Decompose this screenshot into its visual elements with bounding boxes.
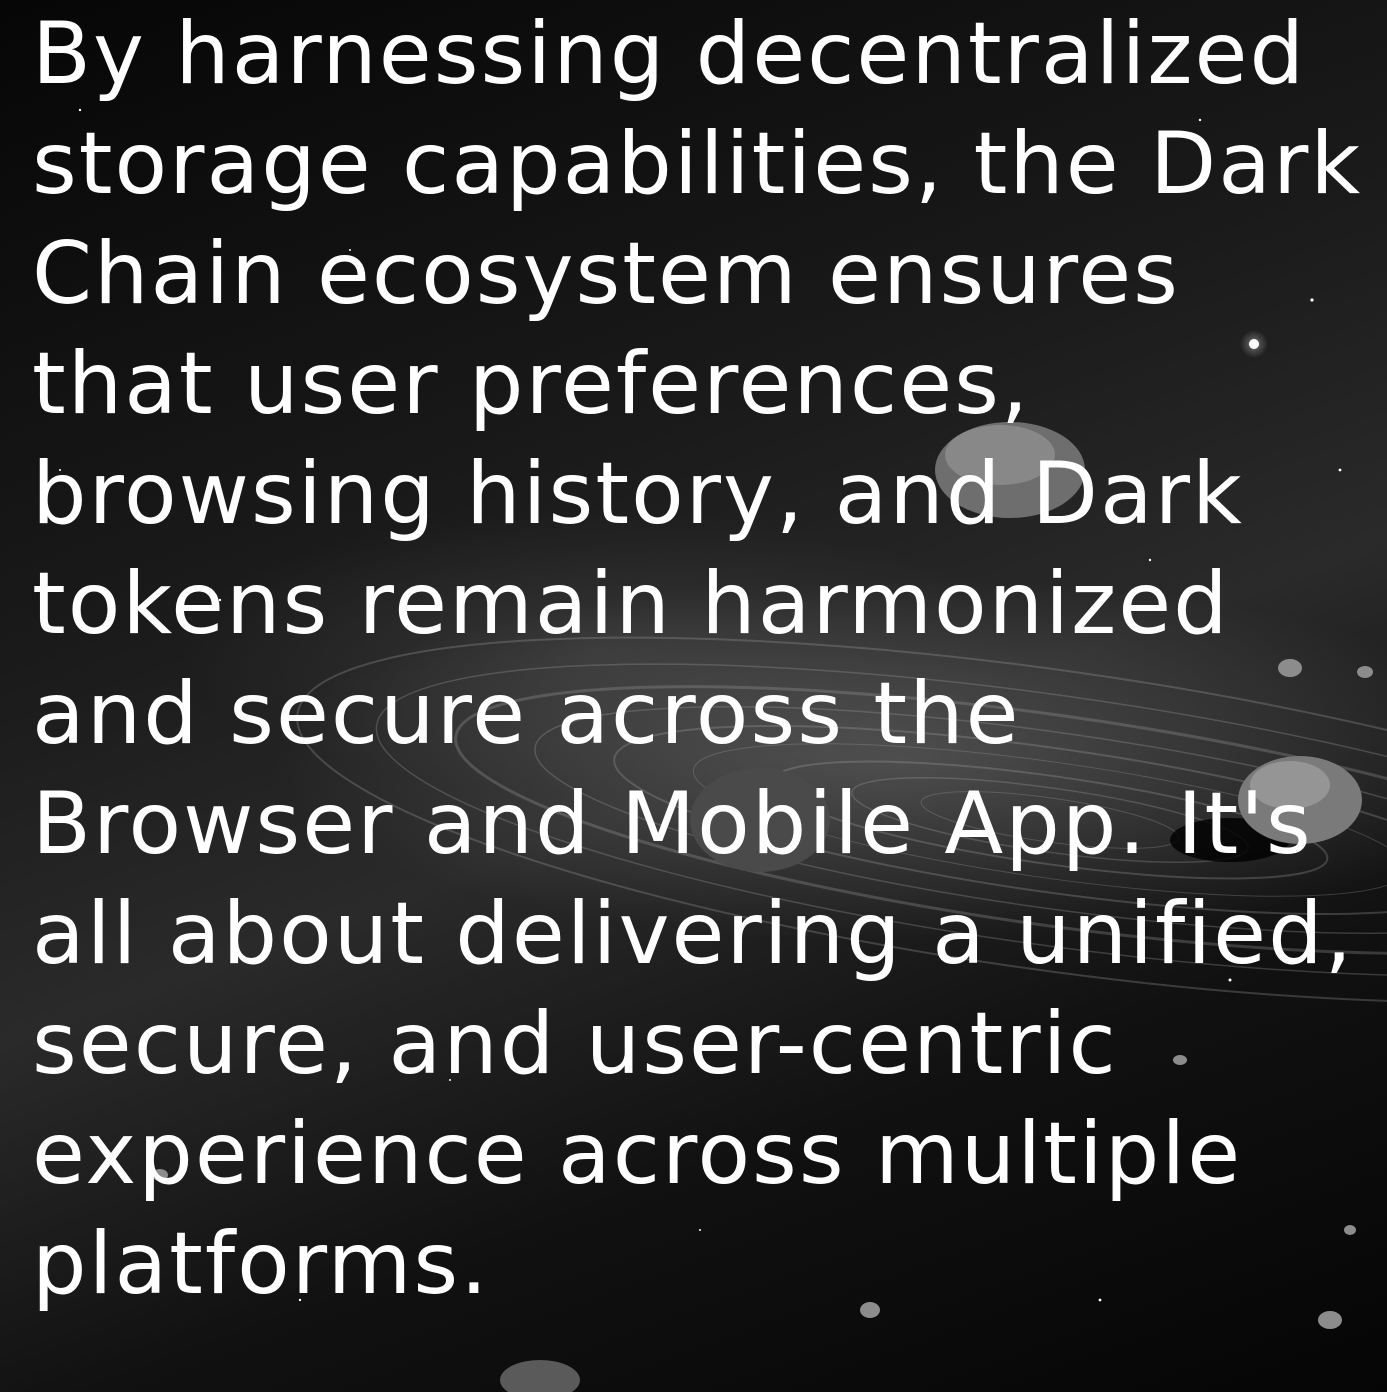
caption-line: storage capabilities, the Dark <box>32 114 1363 214</box>
caption-text-block: By harnessing decentralized storage capa… <box>32 0 1372 1323</box>
caption-line: that user preferences, <box>32 334 1031 434</box>
caption-line: By harnessing decentralized <box>32 4 1307 104</box>
caption-line: browsing history, and Dark <box>32 444 1244 544</box>
caption-line: all about delivering a unified, <box>32 884 1355 984</box>
caption-line: and secure across the <box>32 664 1021 764</box>
caption-line: platforms. <box>32 1214 490 1314</box>
caption-line: experience across multiple <box>32 1104 1243 1204</box>
caption-line: Chain ecosystem ensures <box>32 224 1180 324</box>
caption-line: tokens remain harmonized <box>32 554 1230 654</box>
space-background: By harnessing decentralized storage capa… <box>0 0 1387 1392</box>
caption-line: secure, and user-centric <box>32 994 1118 1094</box>
caption-line: Browser and Mobile App. It's <box>32 774 1313 874</box>
